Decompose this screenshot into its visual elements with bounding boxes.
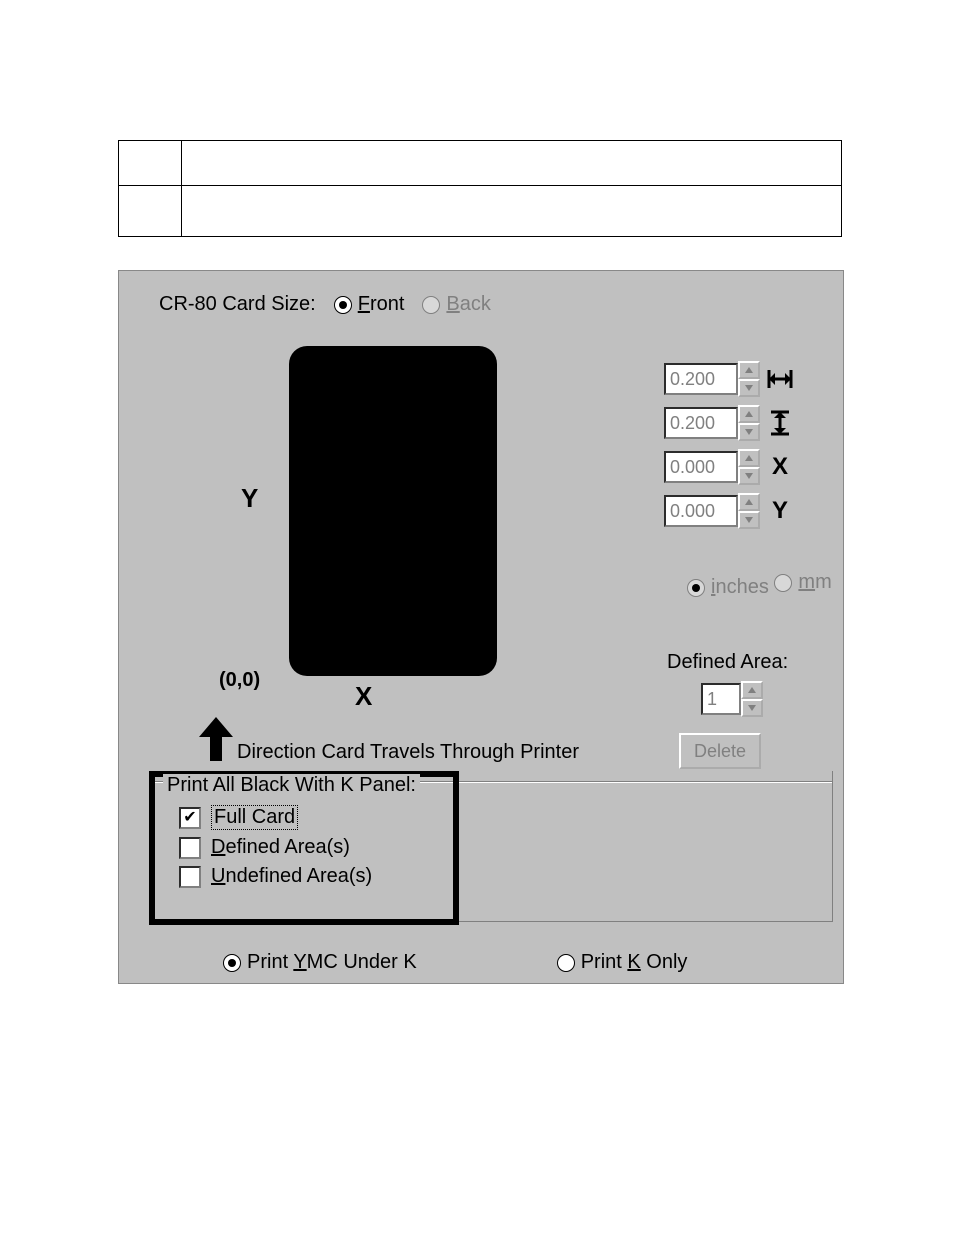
units-group: inches mm	[687, 571, 832, 605]
x-step-down[interactable]	[738, 467, 760, 485]
y-icon: Y	[766, 497, 794, 525]
radio-dot-icon	[774, 574, 792, 592]
direction-label: Direction Card Travels Through Printer	[237, 741, 579, 764]
radio-dot-icon	[687, 579, 705, 597]
width-step-up[interactable]	[738, 361, 760, 379]
defined-area-input[interactable]: 1	[701, 683, 741, 715]
x-icon: X	[766, 453, 794, 481]
defined-area-step-down[interactable]	[741, 699, 763, 717]
checkbox-icon: ✔	[179, 807, 201, 829]
delete-button-label: Delete	[694, 741, 746, 762]
width-step-down[interactable]	[738, 379, 760, 397]
y-axis-label: Y	[241, 483, 258, 514]
direction-arrow-icon	[199, 717, 233, 766]
radio-dot-icon	[223, 954, 241, 972]
x-step-up[interactable]	[738, 449, 760, 467]
card-size-label: CR-80 Card Size:	[159, 293, 316, 316]
radio-mm-label: mm	[798, 571, 831, 594]
card-preview	[289, 346, 497, 676]
table-cell	[119, 186, 182, 237]
y-step-down[interactable]	[738, 511, 760, 529]
radio-front-label: Front	[358, 293, 405, 316]
top-table	[118, 140, 842, 237]
table-cell	[119, 141, 182, 186]
table-cell	[182, 141, 842, 186]
radio-front[interactable]: Front	[334, 293, 405, 316]
y-input[interactable]: 0.000	[664, 495, 738, 527]
radio-dot-icon	[422, 296, 440, 314]
checkbox-full-card[interactable]: ✔ Full Card	[179, 805, 372, 830]
dimension-spinners: 0.200 0.200 0.000	[664, 361, 794, 537]
height-icon	[766, 409, 794, 437]
radio-inches[interactable]: inches	[687, 576, 769, 599]
x-input[interactable]: 0.000	[664, 451, 738, 483]
radio-print-k-only[interactable]: Print K Only	[557, 951, 688, 974]
origin-label: (0,0)	[219, 669, 260, 692]
checkbox-undefined-areas[interactable]: Undefined Area(s)	[179, 865, 372, 888]
checkbox-full-card-label: Full Card	[211, 805, 298, 830]
width-icon	[766, 365, 794, 393]
defined-area-step-up[interactable]	[741, 681, 763, 699]
radio-inches-label: inches	[711, 576, 769, 599]
checkbox-defined-areas-label: Defined Area(s)	[211, 836, 350, 859]
radio-print-ymc-under-k-label: Print YMC Under K	[247, 951, 417, 974]
radio-dot-icon	[557, 954, 575, 972]
checkbox-icon	[179, 837, 201, 859]
width-input[interactable]: 0.200	[664, 363, 738, 395]
table-cell	[182, 186, 842, 237]
x-axis-label: X	[355, 681, 372, 712]
y-step-up[interactable]	[738, 493, 760, 511]
defined-area-label: Defined Area:	[667, 651, 788, 674]
radio-mm[interactable]: mm	[774, 571, 831, 594]
radio-print-k-only-label: Print K Only	[581, 951, 688, 974]
radio-print-ymc-under-k[interactable]: Print YMC Under K	[223, 951, 417, 974]
height-step-up[interactable]	[738, 405, 760, 423]
radio-back[interactable]: Back	[422, 293, 490, 316]
k-panel-group-title: Print All Black With K Panel:	[163, 774, 420, 797]
card-settings-panel: CR-80 Card Size: Front Back Y X (0,0) 0.…	[118, 270, 844, 984]
radio-back-label: Back	[446, 293, 490, 316]
checkbox-undefined-areas-label: Undefined Area(s)	[211, 865, 372, 888]
checkbox-defined-areas[interactable]: Defined Area(s)	[179, 836, 372, 859]
delete-button[interactable]: Delete	[679, 733, 761, 769]
checkbox-icon	[179, 866, 201, 888]
height-input[interactable]: 0.200	[664, 407, 738, 439]
height-step-down[interactable]	[738, 423, 760, 441]
radio-dot-icon	[334, 296, 352, 314]
